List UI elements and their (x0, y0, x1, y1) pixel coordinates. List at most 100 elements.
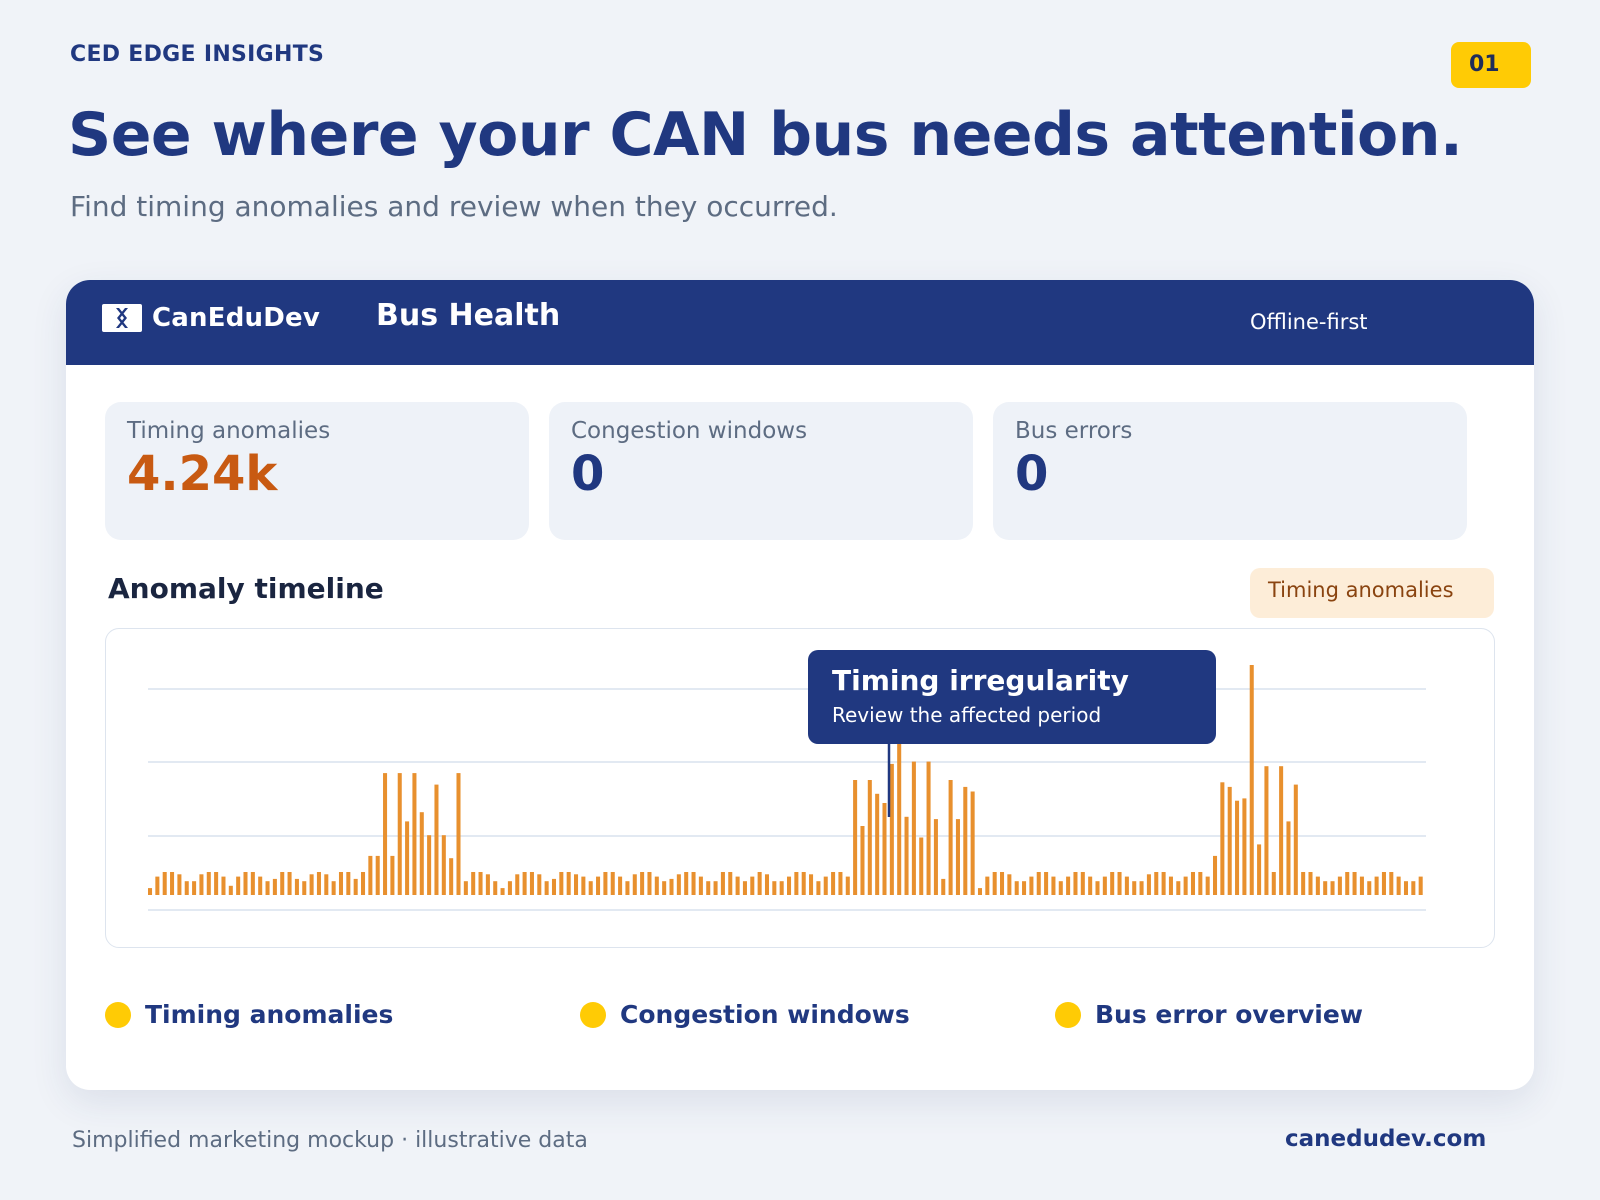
chart-bar (787, 876, 792, 895)
chart-bar (618, 876, 623, 895)
chart-bar (361, 872, 366, 895)
chart-bar (728, 872, 733, 895)
chart-bar (478, 872, 483, 895)
kpi-timing-anomalies[interactable]: Timing anomalies 4.24k (105, 402, 529, 540)
chart-bar (500, 888, 505, 895)
chart-bar (1102, 876, 1107, 895)
chart-bar (860, 826, 865, 895)
legend-timing-anomalies[interactable]: Timing anomalies (105, 1000, 393, 1029)
chart-bar (148, 888, 153, 895)
chart-bar (1367, 881, 1372, 895)
chart-bar (294, 878, 299, 895)
timeline-filter-chip[interactable]: Timing anomalies (1250, 568, 1494, 618)
chart-bar (985, 876, 990, 895)
chart-bar (375, 855, 380, 895)
chart-bar (654, 876, 659, 895)
chart-bar (1286, 821, 1291, 895)
chart-bar (228, 885, 233, 895)
chart-bar (1301, 872, 1306, 895)
chart-bar (632, 874, 637, 895)
chart-bar (970, 791, 975, 895)
app-header: CanEduDev Bus Health Offline-first (66, 280, 1534, 365)
chart-bar (419, 812, 424, 895)
chart-bar (236, 876, 241, 895)
chart-bar (287, 872, 292, 895)
chart-bar (331, 881, 336, 895)
chart-bar (1330, 881, 1335, 895)
chart-bar (662, 881, 667, 895)
legend-dot-icon (580, 1001, 606, 1028)
chart-bar (1051, 876, 1056, 895)
chart-bar (1124, 876, 1129, 895)
chart-bar (845, 876, 850, 895)
legend-dot-icon (105, 1001, 131, 1028)
chart-bar (427, 835, 432, 895)
chart-bar (1227, 786, 1232, 895)
legend-congestion-windows[interactable]: Congestion windows (580, 1000, 910, 1029)
chart-bar (875, 793, 880, 895)
chart-bar (1220, 782, 1225, 895)
chart-bar (243, 872, 248, 895)
chart-bar (529, 872, 534, 895)
chart-bar (1146, 874, 1151, 895)
chart-bar (757, 872, 762, 895)
chart-bar (1168, 876, 1173, 895)
chart-bar (1058, 881, 1063, 895)
chart-bar (522, 872, 527, 895)
chart-bar (302, 881, 307, 895)
chart-bar (838, 872, 843, 895)
chart-bar (1411, 881, 1416, 895)
chart-bar (192, 881, 197, 895)
kpi-label: Bus errors (1015, 418, 1133, 444)
chart-bar (493, 881, 498, 895)
chart-bar (676, 874, 681, 895)
chart-bar (684, 872, 689, 895)
chart-bar (926, 761, 931, 895)
chart-bar (1308, 872, 1313, 895)
chart-bar (904, 816, 909, 895)
chart-bar (214, 872, 219, 895)
chart-bar (603, 872, 608, 895)
chart-bar (1315, 876, 1320, 895)
anomaly-chart (105, 628, 1495, 948)
chart-bar (368, 855, 373, 895)
chart-bar (1396, 876, 1401, 895)
chart-bar (566, 872, 571, 895)
chart-bar (456, 773, 461, 895)
brand-name: CanEduDev (152, 303, 320, 333)
chart-bar (919, 837, 924, 895)
site-link[interactable]: canedudev.com (1285, 1126, 1486, 1152)
kpi-congestion-windows[interactable]: Congestion windows 0 (549, 402, 973, 540)
chart-bar (911, 761, 916, 895)
chart-bar (581, 876, 586, 895)
chart-bar (206, 872, 211, 895)
headline: See where your CAN bus needs attention. (68, 100, 1463, 170)
chart-bar (1352, 872, 1357, 895)
chart-bar (1110, 872, 1115, 895)
kpi-bus-errors[interactable]: Bus errors 0 (993, 402, 1467, 540)
chart-bar (221, 876, 226, 895)
legend-bus-error-overview[interactable]: Bus error overview (1055, 1000, 1363, 1029)
legend-label: Congestion windows (620, 1000, 910, 1029)
chart-bar (155, 876, 160, 895)
legend-label: Timing anomalies (145, 1000, 394, 1029)
bus-health-card: CanEduDev Bus Health Offline-first Timin… (66, 280, 1534, 1090)
chart-bar (992, 872, 997, 895)
chart-bar (779, 881, 784, 895)
chart-bar (1279, 766, 1284, 895)
chart-bar (353, 878, 358, 895)
chart-bar (955, 819, 960, 895)
chart-bar (1044, 872, 1049, 895)
kpi-label: Timing anomalies (127, 418, 331, 444)
chart-bar (713, 881, 718, 895)
kpi-value: 4.24k (127, 446, 278, 502)
brand: CanEduDev (102, 302, 320, 334)
chart-bar (1183, 876, 1188, 895)
chart-bar (640, 872, 645, 895)
chart-bar (272, 878, 277, 895)
chart-bar (471, 872, 476, 895)
chart-bar (405, 821, 410, 895)
chart-bar (346, 872, 351, 895)
anomaly-tooltip: Timing irregularity Review the affected … (808, 650, 1216, 744)
chart-bar (706, 881, 711, 895)
